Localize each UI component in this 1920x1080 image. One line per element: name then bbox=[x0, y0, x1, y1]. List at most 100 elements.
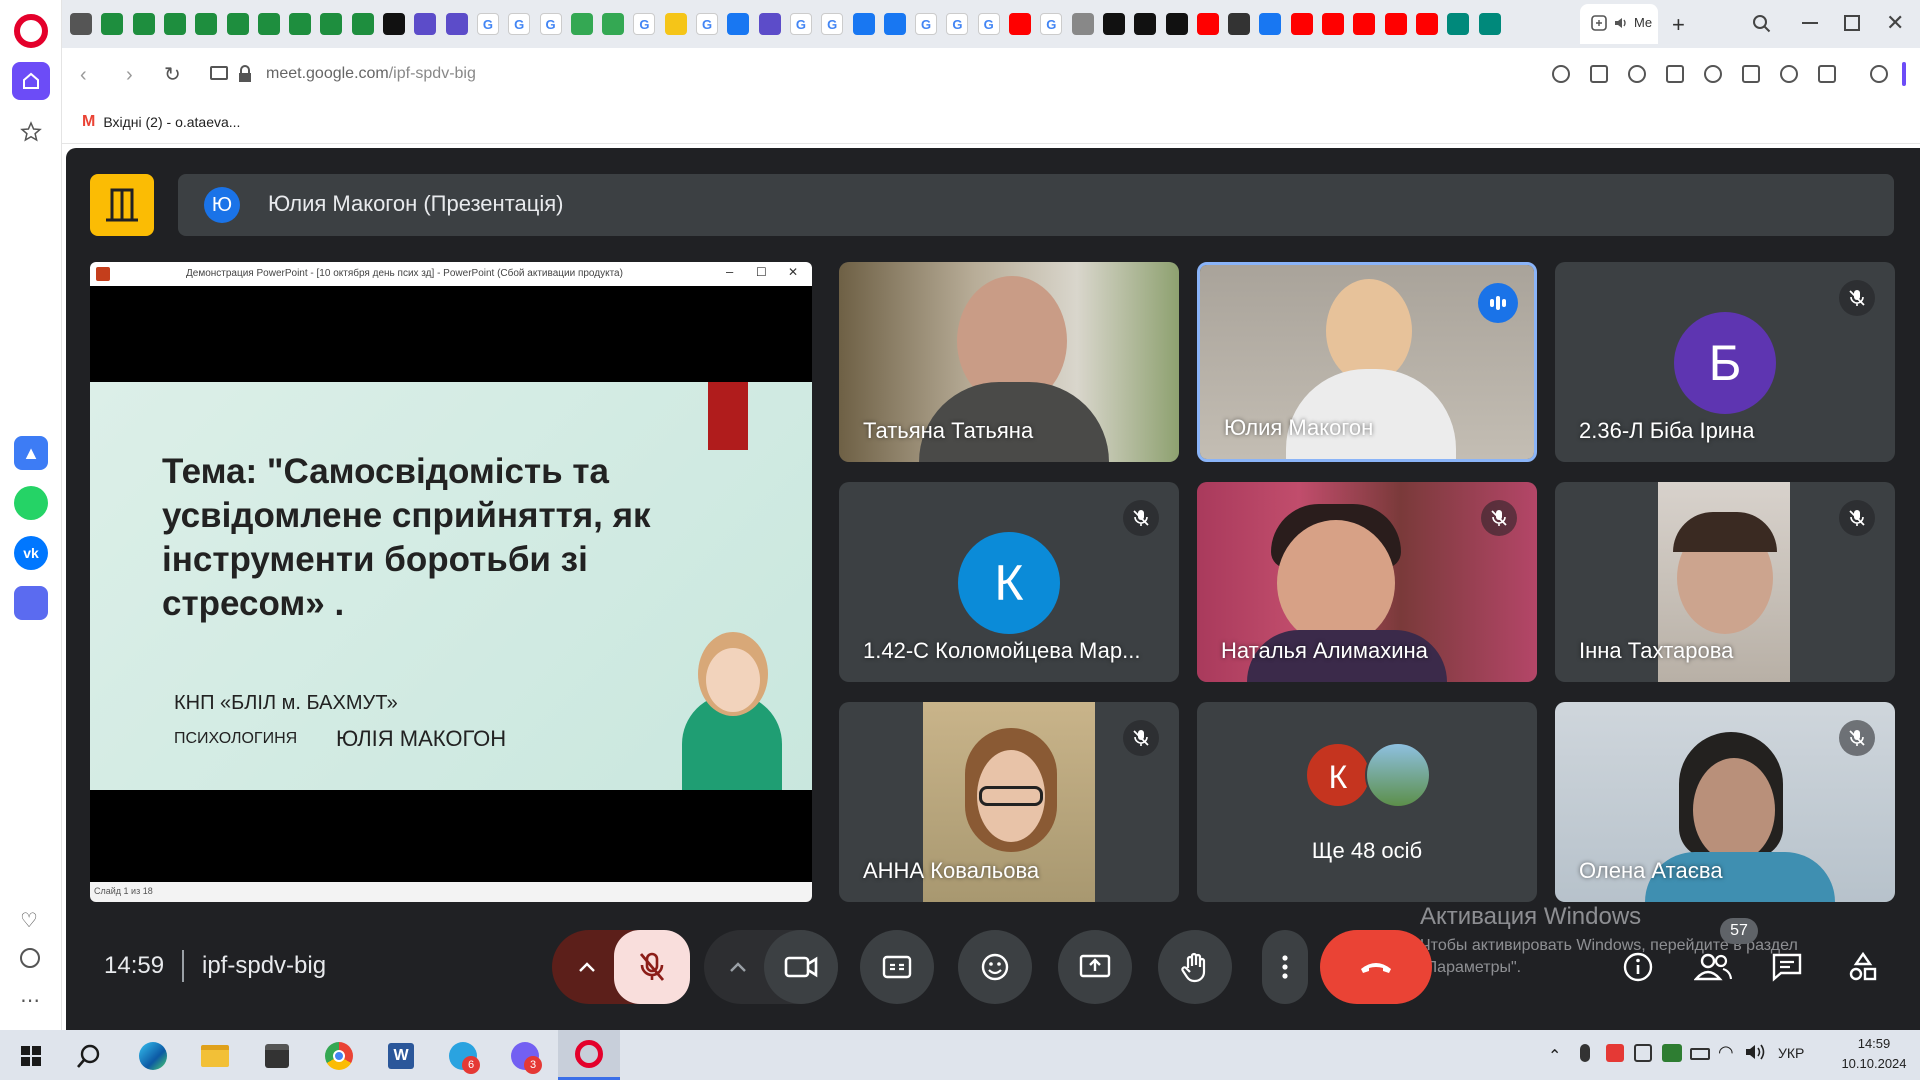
doc-tab-icon[interactable] bbox=[1071, 13, 1094, 35]
camera-toggle-button[interactable] bbox=[764, 930, 838, 1004]
home-icon[interactable] bbox=[12, 62, 50, 100]
facebook-tab-icon[interactable] bbox=[883, 13, 906, 35]
google-tab-icon[interactable]: G bbox=[539, 13, 562, 35]
meeting-details-icon[interactable] bbox=[1615, 944, 1661, 990]
more-options-button[interactable] bbox=[1262, 930, 1308, 1004]
google-tab-icon[interactable]: G bbox=[476, 13, 499, 35]
google-tab-icon[interactable]: G bbox=[977, 13, 1000, 35]
new-tab-icon[interactable]: + bbox=[1672, 12, 1685, 38]
audio-options-chevron-icon[interactable] bbox=[556, 936, 618, 998]
tray-mic-icon[interactable] bbox=[1580, 1044, 1590, 1062]
participant-tile-speaking[interactable]: Юлия Макогон bbox=[1197, 262, 1537, 462]
word-icon[interactable]: W bbox=[382, 1037, 420, 1075]
raise-hand-button[interactable] bbox=[1158, 930, 1232, 1004]
google-tab-icon[interactable]: G bbox=[946, 13, 969, 35]
edge-icon[interactable] bbox=[134, 1037, 172, 1075]
speaker-icon[interactable] bbox=[1612, 14, 1630, 32]
tray-chevron-icon[interactable]: ⌃ bbox=[1548, 1046, 1561, 1066]
youtube-tab-icon[interactable] bbox=[1290, 13, 1313, 35]
back-icon[interactable]: ‹ bbox=[80, 64, 87, 87]
captions-button[interactable] bbox=[860, 930, 934, 1004]
input-language[interactable]: УКР bbox=[1778, 1045, 1804, 1061]
star-icon[interactable] bbox=[19, 120, 43, 144]
presentation-banner[interactable]: Ю Юлия Макогон (Презентація) bbox=[178, 174, 1894, 236]
extensions-icon[interactable] bbox=[1870, 65, 1888, 83]
chrome-icon[interactable] bbox=[320, 1037, 358, 1075]
opera-logo-icon[interactable] bbox=[14, 14, 48, 48]
forward-icon[interactable]: › bbox=[126, 64, 133, 87]
file-explorer-icon[interactable] bbox=[196, 1037, 234, 1075]
drive-tab-icon[interactable] bbox=[570, 13, 593, 35]
screen-share[interactable]: Демонстрация PowerPoint - [10 октября де… bbox=[90, 262, 812, 902]
zoom-icon[interactable] bbox=[1552, 65, 1570, 83]
edit-icon[interactable] bbox=[1590, 65, 1608, 83]
heart-icon[interactable]: ♡ bbox=[20, 908, 38, 933]
sidebar-toggle-icon[interactable] bbox=[1902, 62, 1906, 86]
active-tab[interactable]: Me bbox=[1580, 4, 1658, 44]
google-tab-icon[interactable]: G bbox=[1040, 13, 1063, 35]
windows-start-icon[interactable] bbox=[12, 1037, 50, 1075]
tray-device-icon[interactable] bbox=[1634, 1044, 1652, 1062]
google-tab-icon[interactable]: G bbox=[508, 13, 531, 35]
more-icon[interactable]: ⋯ bbox=[20, 988, 41, 1013]
sheets-tab-icon[interactable] bbox=[289, 13, 312, 35]
youtube-tab-icon[interactable] bbox=[1415, 13, 1438, 35]
google-tab-icon[interactable]: G bbox=[789, 13, 812, 35]
globe-tab-icon[interactable] bbox=[70, 13, 92, 35]
participant-tile[interactable]: Б 2.36-Л Біба Ірина bbox=[1555, 262, 1895, 462]
vk-icon[interactable]: vk bbox=[14, 536, 48, 570]
minimize-icon[interactable] bbox=[1802, 22, 1818, 24]
present-screen-button[interactable] bbox=[1058, 930, 1132, 1004]
snapshot-icon[interactable] bbox=[1628, 65, 1646, 83]
sheets-tab-icon[interactable] bbox=[320, 13, 343, 35]
download-icon[interactable] bbox=[1742, 65, 1760, 83]
mic-toggle-button[interactable] bbox=[614, 930, 690, 1004]
meet-tab-icon[interactable] bbox=[1447, 13, 1470, 35]
tiktok-tab-icon[interactable] bbox=[383, 13, 405, 35]
google-tab-icon[interactable]: G bbox=[633, 13, 656, 35]
youtube-tab-icon[interactable] bbox=[1196, 13, 1219, 35]
youtube-tab-icon[interactable] bbox=[1384, 13, 1407, 35]
participant-tile[interactable]: Олена Атаєва bbox=[1555, 702, 1895, 902]
wifi-icon[interactable]: ◠ bbox=[1718, 1042, 1734, 1063]
participant-tile[interactable]: Татьяна Татьяна bbox=[839, 262, 1179, 462]
forms-tab-icon[interactable] bbox=[445, 13, 468, 35]
video-options-chevron-icon[interactable] bbox=[708, 936, 768, 998]
google-tab-icon[interactable]: G bbox=[821, 13, 844, 35]
tiktok-tab-icon[interactable] bbox=[1165, 13, 1188, 35]
people-icon[interactable] bbox=[1690, 944, 1736, 990]
opera-taskbar-active[interactable] bbox=[558, 1030, 620, 1080]
participant-tile[interactable]: Інна Тахтарова bbox=[1555, 482, 1895, 682]
restore-icon[interactable] bbox=[1844, 15, 1860, 31]
close-window-icon[interactable]: ✕ bbox=[1886, 10, 1904, 36]
whatsapp-icon[interactable] bbox=[14, 486, 48, 520]
battery-icon[interactable] bbox=[1690, 1048, 1710, 1060]
sheets-tab-icon[interactable] bbox=[351, 13, 374, 35]
facebook-tab-icon[interactable] bbox=[852, 13, 875, 35]
participant-tile[interactable]: К 1.42-С Коломойцева Мар... bbox=[839, 482, 1179, 682]
meet-tab-icon[interactable] bbox=[1478, 13, 1501, 35]
reactions-button[interactable] bbox=[958, 930, 1032, 1004]
forms-tab-icon[interactable] bbox=[414, 13, 437, 35]
send-icon[interactable] bbox=[1666, 65, 1684, 83]
sheets-tab-icon[interactable] bbox=[226, 13, 249, 35]
reload-icon[interactable]: ↻ bbox=[164, 62, 181, 87]
app-tab-icon[interactable] bbox=[1228, 13, 1251, 35]
bookmark-gmail[interactable]: M Вхідні (2) - o.ataeva... bbox=[82, 113, 240, 131]
participant-tile[interactable]: Наталья Алимахина bbox=[1197, 482, 1537, 682]
sheets-tab-icon[interactable] bbox=[132, 13, 155, 35]
tray-app-icon[interactable] bbox=[1606, 1044, 1624, 1062]
forms-tab-icon[interactable] bbox=[758, 13, 781, 35]
system-clock[interactable]: 14:59 10.10.2024 bbox=[1834, 1030, 1914, 1080]
search-icon[interactable] bbox=[70, 1037, 108, 1075]
search-tabs-icon[interactable] bbox=[1752, 14, 1772, 34]
tray-app2-icon[interactable] bbox=[1662, 1044, 1682, 1062]
store-icon[interactable] bbox=[258, 1037, 296, 1075]
tiktok-tab-icon[interactable] bbox=[1102, 13, 1125, 35]
heart-icon[interactable] bbox=[1704, 65, 1722, 83]
yandex-tab-icon[interactable] bbox=[664, 13, 687, 35]
camera-permission-icon[interactable] bbox=[210, 66, 228, 80]
sheets-tab-icon[interactable] bbox=[195, 13, 218, 35]
profile-icon[interactable] bbox=[1818, 65, 1836, 83]
leave-call-button[interactable] bbox=[1320, 930, 1432, 1004]
